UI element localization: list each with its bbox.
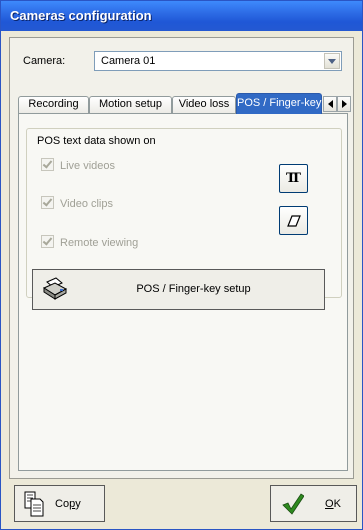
setup-button-label: POS / Finger-key setup	[136, 283, 251, 295]
dropdown-arrow-icon[interactable]	[324, 53, 340, 69]
tab-pos-finger-key[interactable]: POS / Finger-key	[236, 93, 322, 114]
checkbox-label: Video clips	[60, 198, 113, 210]
groupbox-title: POS text data shown on	[34, 135, 159, 147]
camera-select[interactable]: Camera 01	[94, 51, 342, 71]
pos-finger-key-setup-button[interactable]: POS / Finger-key setup	[32, 269, 325, 310]
tab-motion-setup[interactable]: Motion setup	[89, 96, 172, 113]
copy-documents-icon	[24, 491, 44, 517]
ok-button[interactable]: OK	[270, 485, 357, 522]
tab-recording[interactable]: Recording	[18, 96, 89, 113]
ok-button-label: OK	[325, 498, 341, 510]
copy-button-label: Copy	[55, 498, 81, 510]
checkbox-icon	[41, 158, 54, 171]
font-icon: TT	[286, 171, 301, 186]
tab-scroll-right-icon[interactable]	[337, 96, 351, 112]
camera-select-value: Camera 01	[101, 55, 156, 67]
checkbox-live-videos[interactable]: Live videos	[41, 158, 115, 172]
tab-scroll-left-icon[interactable]	[323, 96, 337, 112]
camera-label: Camera:	[23, 55, 66, 67]
erase-button[interactable]	[279, 206, 308, 235]
window-title: Cameras configuration	[1, 1, 362, 31]
checkbox-video-clips[interactable]: Video clips	[41, 196, 113, 210]
main-panel: Camera: Camera 01 Recording Motion setup…	[9, 37, 354, 479]
tab-video-loss[interactable]: Video loss	[172, 96, 236, 113]
checkbox-label: Remote viewing	[60, 237, 139, 249]
font-button[interactable]: TT	[279, 164, 308, 193]
copy-button[interactable]: Copy	[14, 485, 105, 522]
tab-strip: Recording Motion setup Video loss POS / …	[18, 93, 351, 114]
cameras-configuration-window: Cameras configuration Camera: Camera 01 …	[0, 0, 363, 530]
checkbox-remote-viewing[interactable]: Remote viewing	[41, 235, 138, 249]
eraser-icon	[286, 214, 301, 227]
checkmark-icon	[282, 493, 304, 515]
checkbox-label: Live videos	[60, 160, 116, 172]
checkbox-icon	[41, 235, 54, 248]
checkbox-icon	[41, 196, 54, 209]
